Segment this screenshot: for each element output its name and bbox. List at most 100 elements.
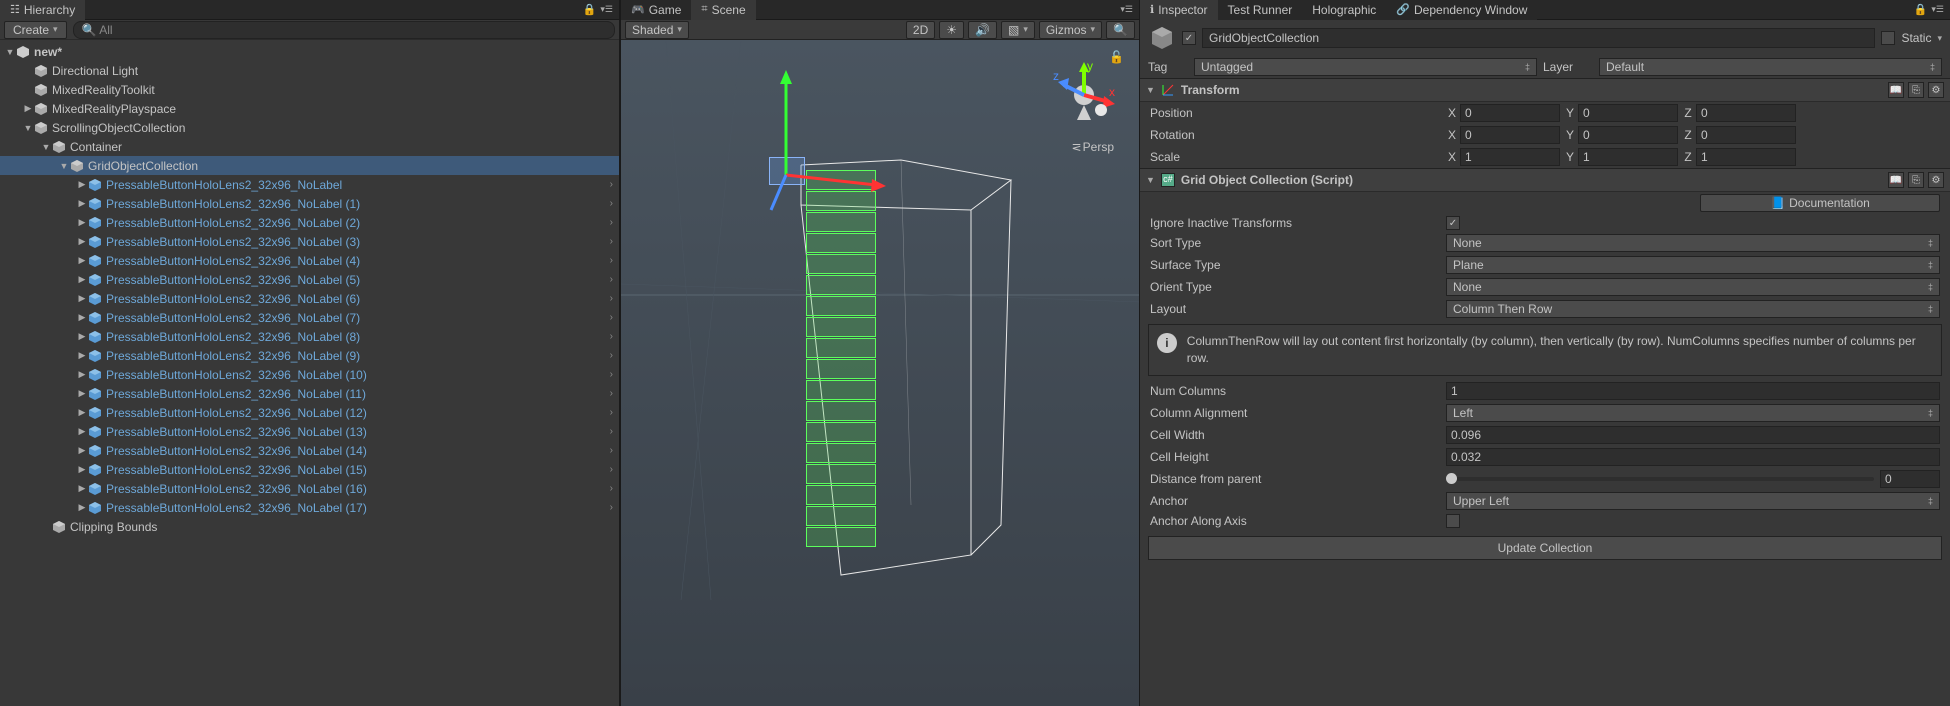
tab-dependency[interactable]: 🔗 Dependency Window — [1386, 0, 1537, 20]
expand-toggle[interactable]: ▶ — [76, 483, 88, 494]
prefab-open-icon[interactable]: › — [610, 445, 613, 456]
transform-header[interactable]: ▼ Transform 📖 ⎘ ⚙ — [1140, 78, 1950, 102]
preset-icon[interactable]: ⎘ — [1908, 82, 1924, 98]
prefab-open-icon[interactable]: › — [610, 255, 613, 266]
expand-toggle[interactable]: ▶ — [76, 236, 88, 247]
gear-icon[interactable]: ⚙ — [1928, 172, 1944, 188]
prefab-open-icon[interactable]: › — [610, 426, 613, 437]
column-alignment-dropdown[interactable]: Left‡ — [1446, 404, 1940, 422]
hierarchy-item[interactable]: ▶PressableButtonHoloLens2_32x96_NoLabel … — [0, 232, 619, 251]
perspective-label[interactable]: ⋜ Persp — [1072, 140, 1114, 154]
expand-toggle[interactable]: ▶ — [76, 312, 88, 323]
tab-scene[interactable]: ⌗ Scene — [691, 0, 755, 20]
prefab-open-icon[interactable]: › — [610, 369, 613, 380]
hierarchy-item[interactable]: ▶PressableButtonHoloLens2_32x96_NoLabel … — [0, 289, 619, 308]
hierarchy-item[interactable]: ▶PressableButtonHoloLens2_32x96_NoLabel … — [0, 194, 619, 213]
expand-toggle[interactable]: ▶ — [76, 255, 88, 266]
expand-toggle[interactable]: ▼ — [1146, 175, 1155, 185]
prefab-open-icon[interactable]: › — [610, 502, 613, 513]
move-gizmo[interactable] — [766, 70, 906, 250]
hierarchy-item[interactable]: ▼GridObjectCollection — [0, 156, 619, 175]
help-icon[interactable]: 📖 — [1888, 82, 1904, 98]
tab-test-runner[interactable]: Test Runner — [1218, 0, 1303, 20]
prefab-open-icon[interactable]: › — [610, 350, 613, 361]
view-gizmo[interactable]: y x z — [1049, 60, 1119, 130]
hierarchy-item[interactable]: ▶PressableButtonHoloLens2_32x96_NoLabel … — [0, 422, 619, 441]
prefab-open-icon[interactable]: › — [610, 198, 613, 209]
draw-mode-dropdown[interactable]: Shaded ▾ — [625, 21, 689, 39]
preset-icon[interactable]: ⎘ — [1908, 172, 1924, 188]
tab-inspector[interactable]: ℹ Inspector — [1140, 0, 1218, 20]
expand-toggle[interactable]: ▶ — [76, 464, 88, 475]
hierarchy-search-input[interactable]: 🔍 All — [73, 21, 615, 39]
hierarchy-item[interactable]: ▶PressableButtonHoloLens2_32x96_NoLabel … — [0, 327, 619, 346]
distance-slider[interactable] — [1446, 477, 1874, 481]
hierarchy-item[interactable]: ▶PressableButtonHoloLens2_32x96_NoLabel … — [0, 270, 619, 289]
position-y-field[interactable]: 0 — [1578, 104, 1678, 122]
anchor-dropdown[interactable]: Upper Left‡ — [1446, 492, 1940, 510]
hierarchy-item[interactable]: MixedRealityToolkit — [0, 80, 619, 99]
hierarchy-item[interactable]: ▼ScrollingObjectCollection — [0, 118, 619, 137]
fx-toggle[interactable]: ▧▾ — [1001, 21, 1035, 39]
expand-toggle[interactable]: ▶ — [76, 179, 88, 190]
scene-root[interactable]: ▼ new* — [0, 42, 619, 61]
chevron-down-icon[interactable]: ▾ — [1937, 33, 1942, 44]
hierarchy-item[interactable]: ▶PressableButtonHoloLens2_32x96_NoLabel … — [0, 251, 619, 270]
update-collection-button[interactable]: Update Collection — [1148, 536, 1942, 560]
tab-game[interactable]: 🎮 Game — [621, 0, 691, 20]
hierarchy-tree[interactable]: ▼ new* Directional LightMixedRealityTool… — [0, 40, 619, 706]
hierarchy-item[interactable]: ▶PressableButtonHoloLens2_32x96_NoLabel … — [0, 346, 619, 365]
prefab-open-icon[interactable]: › — [610, 179, 613, 190]
distance-field[interactable]: 0 — [1880, 470, 1940, 488]
expand-toggle[interactable]: ▼ — [40, 142, 52, 152]
gizmos-dropdown[interactable]: Gizmos ▾ — [1039, 21, 1102, 39]
scene-search-input[interactable]: 🔍 — [1106, 21, 1135, 39]
hierarchy-item[interactable]: ▶PressableButtonHoloLens2_32x96_NoLabel … — [0, 403, 619, 422]
static-checkbox[interactable] — [1881, 31, 1895, 45]
rotation-x-field[interactable]: 0 — [1460, 126, 1560, 144]
expand-toggle[interactable]: ▶ — [76, 388, 88, 399]
gear-icon[interactable]: ⚙ — [1928, 82, 1944, 98]
expand-toggle[interactable]: ▶ — [76, 198, 88, 209]
lock-icon[interactable]: 🔒 — [583, 3, 597, 16]
expand-toggle[interactable]: ▶ — [76, 407, 88, 418]
prefab-open-icon[interactable]: › — [610, 388, 613, 399]
position-z-field[interactable]: 0 — [1696, 104, 1796, 122]
ignore-inactive-checkbox[interactable]: ✓ — [1446, 216, 1460, 230]
expand-toggle[interactable]: ▶ — [22, 103, 34, 114]
viewport-lock-icon[interactable]: 🔓 — [1109, 50, 1124, 64]
num-columns-field[interactable]: 1 — [1446, 382, 1940, 400]
hierarchy-item[interactable]: ▶PressableButtonHoloLens2_32x96_NoLabel› — [0, 175, 619, 194]
audio-toggle[interactable]: 🔊 — [968, 21, 997, 39]
prefab-open-icon[interactable]: › — [610, 274, 613, 285]
documentation-button[interactable]: 📘 Documentation — [1700, 194, 1940, 212]
expand-toggle[interactable]: ▼ — [1146, 85, 1155, 95]
hierarchy-item[interactable]: ▶PressableButtonHoloLens2_32x96_NoLabel … — [0, 460, 619, 479]
hierarchy-item[interactable]: ▶PressableButtonHoloLens2_32x96_NoLabel … — [0, 441, 619, 460]
rotation-z-field[interactable]: 0 — [1696, 126, 1796, 144]
layout-dropdown[interactable]: Column Then Row‡ — [1446, 300, 1940, 318]
scale-x-field[interactable]: 1 — [1460, 148, 1560, 166]
orient-type-dropdown[interactable]: None‡ — [1446, 278, 1940, 296]
active-checkbox[interactable]: ✓ — [1182, 31, 1196, 45]
tag-dropdown[interactable]: Untagged‡ — [1194, 58, 1537, 76]
expand-toggle[interactable]: ▼ — [4, 47, 16, 57]
hierarchy-item[interactable]: Directional Light — [0, 61, 619, 80]
prefab-open-icon[interactable]: › — [610, 236, 613, 247]
hierarchy-item[interactable]: ▶PressableButtonHoloLens2_32x96_NoLabel … — [0, 213, 619, 232]
anchor-along-checkbox[interactable] — [1446, 514, 1460, 528]
panel-menu-icon[interactable]: ▾☰ — [1120, 4, 1133, 15]
scale-y-field[interactable]: 1 — [1578, 148, 1678, 166]
expand-toggle[interactable]: ▶ — [76, 331, 88, 342]
expand-toggle[interactable]: ▶ — [76, 274, 88, 285]
prefab-open-icon[interactable]: › — [610, 217, 613, 228]
position-x-field[interactable]: 0 — [1460, 104, 1560, 122]
layer-dropdown[interactable]: Default‡ — [1599, 58, 1942, 76]
lock-icon[interactable]: 🔒 — [1914, 3, 1928, 16]
hierarchy-item[interactable]: ▶PressableButtonHoloLens2_32x96_NoLabel … — [0, 365, 619, 384]
panel-menu-icon[interactable]: ▾☰ — [1931, 4, 1944, 15]
expand-toggle[interactable]: ▶ — [76, 350, 88, 361]
prefab-open-icon[interactable]: › — [610, 407, 613, 418]
tab-holographic[interactable]: Holographic — [1302, 0, 1386, 20]
surface-type-dropdown[interactable]: Plane‡ — [1446, 256, 1940, 274]
